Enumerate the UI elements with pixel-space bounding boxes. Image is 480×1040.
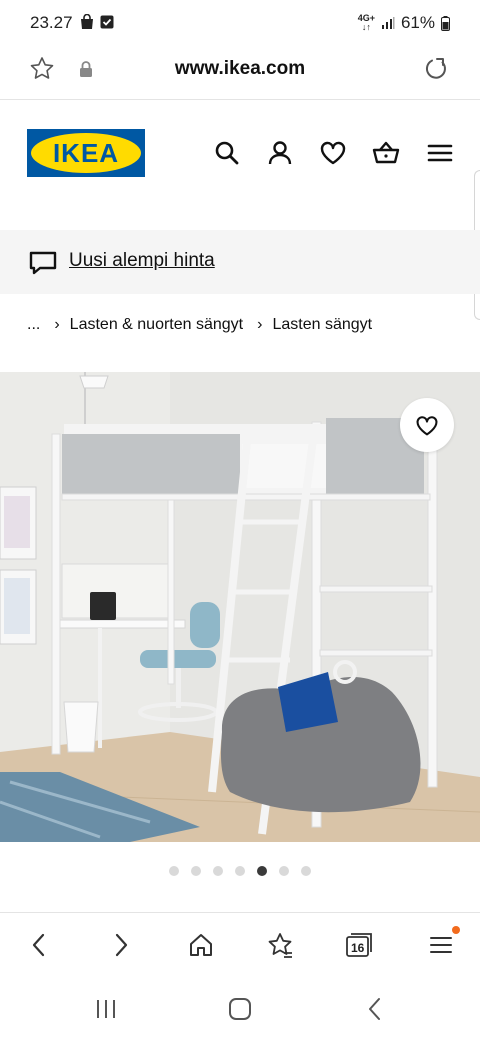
browser-menu-button[interactable] bbox=[426, 926, 460, 960]
bookmarks-star-icon bbox=[268, 933, 292, 958]
reload-icon[interactable] bbox=[422, 55, 450, 83]
carousel-dot[interactable] bbox=[169, 866, 179, 876]
basket-icon[interactable] bbox=[371, 138, 401, 168]
hamburger-menu-icon bbox=[430, 937, 452, 953]
carousel-dots bbox=[0, 866, 480, 876]
site-header: IKEA bbox=[0, 100, 480, 230]
bookmarks-button[interactable] bbox=[265, 930, 295, 960]
svg-text:IKEA: IKEA bbox=[53, 138, 119, 168]
shopping-bag-icon bbox=[81, 14, 93, 29]
home-nav-icon[interactable] bbox=[226, 996, 254, 1022]
network-indicator: 4G+ ↓↑ bbox=[357, 13, 375, 32]
account-icon[interactable] bbox=[265, 138, 295, 168]
carousel-dot[interactable] bbox=[279, 866, 289, 876]
tab-count: 16 bbox=[351, 941, 365, 955]
battery-percent: 61% bbox=[400, 13, 435, 32]
chevron-right-icon bbox=[115, 933, 128, 957]
status-bar: 23.27 4G+ ↓↑ 61% bbox=[0, 0, 480, 46]
breadcrumb: ... › Lasten & nuorten sängyt › Lasten s… bbox=[27, 316, 372, 334]
speech-bubble-icon bbox=[29, 251, 57, 275]
battery-icon bbox=[441, 15, 450, 31]
notification-dot bbox=[452, 926, 460, 934]
carousel-dot[interactable] bbox=[191, 866, 201, 876]
breadcrumb-item[interactable]: Lasten & nuorten sängyt bbox=[70, 316, 243, 334]
carousel-dot[interactable] bbox=[235, 866, 245, 876]
tabs-button[interactable]: 16 bbox=[345, 930, 375, 960]
heart-icon bbox=[416, 416, 438, 436]
carousel-dot-active[interactable] bbox=[257, 866, 267, 876]
promo-banner: Uusi alempi hinta bbox=[0, 230, 480, 294]
browser-bottom-nav: 16 bbox=[0, 912, 480, 978]
status-time: 23.27 bbox=[30, 13, 73, 32]
back-nav-icon[interactable] bbox=[362, 996, 390, 1022]
breadcrumb-item[interactable]: Lasten sängyt bbox=[272, 316, 372, 334]
back-button[interactable] bbox=[24, 930, 54, 960]
carousel-dot[interactable] bbox=[301, 866, 311, 876]
heart-icon[interactable] bbox=[318, 138, 348, 168]
ikea-logo[interactable]: IKEA bbox=[27, 129, 145, 177]
system-nav-bar bbox=[0, 978, 480, 1040]
carousel-dot[interactable] bbox=[213, 866, 223, 876]
signal-icon bbox=[381, 17, 395, 29]
hamburger-menu-icon[interactable] bbox=[425, 138, 455, 168]
add-to-favorites-button[interactable] bbox=[400, 398, 454, 452]
breadcrumb-ellipsis[interactable]: ... bbox=[27, 316, 40, 334]
recent-apps-icon[interactable] bbox=[92, 996, 120, 1022]
checkbox-icon bbox=[100, 15, 114, 29]
url-text[interactable]: www.ikea.com bbox=[0, 58, 480, 80]
home-icon bbox=[190, 934, 212, 956]
search-icon[interactable] bbox=[212, 138, 242, 168]
home-button[interactable] bbox=[186, 930, 216, 960]
chevron-left-icon bbox=[32, 933, 45, 957]
chevron-right-icon: › bbox=[257, 316, 263, 333]
forward-button[interactable] bbox=[106, 930, 136, 960]
chevron-right-icon: › bbox=[54, 316, 60, 333]
browser-url-bar: www.ikea.com bbox=[0, 46, 480, 100]
promo-link[interactable]: Uusi alempi hinta bbox=[69, 250, 215, 272]
